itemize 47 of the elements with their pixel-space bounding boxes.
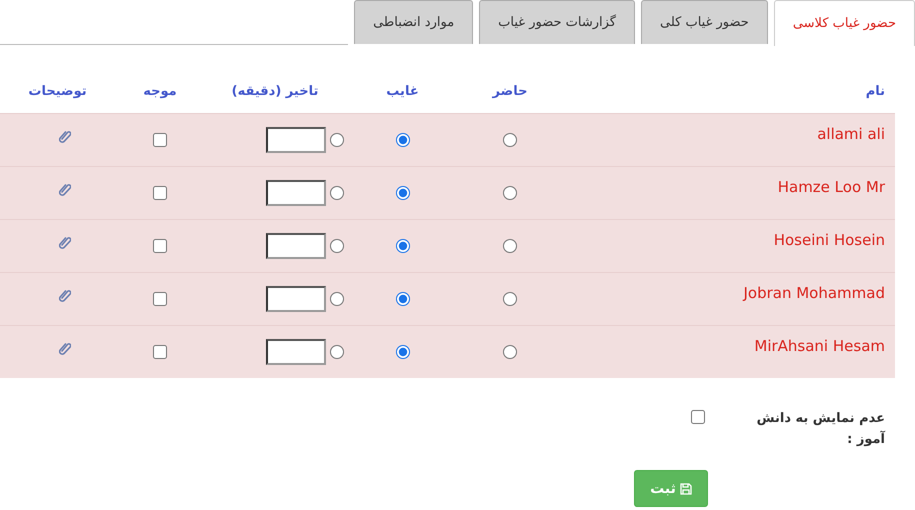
paperclip-icon[interactable]	[59, 288, 71, 302]
absent-radio[interactable]	[396, 345, 410, 359]
late-radio[interactable]	[330, 186, 344, 200]
paperclip-icon[interactable]	[59, 129, 71, 143]
paperclip-icon[interactable]	[59, 182, 71, 196]
late-radio[interactable]	[330, 239, 344, 253]
excused-checkbox[interactable]	[153, 292, 167, 306]
minutes-field[interactable]	[266, 127, 326, 153]
column-header: حاضر	[492, 84, 528, 99]
excused-checkbox[interactable]	[153, 186, 167, 200]
late-radio[interactable]	[330, 292, 344, 306]
paperclip-icon[interactable]	[59, 235, 71, 249]
minutes-field[interactable]	[266, 339, 326, 365]
minutes-field[interactable]	[266, 233, 326, 259]
absent-radio[interactable]	[396, 239, 410, 253]
student-name: Hoseini Hosein	[774, 231, 886, 249]
column-header: تاخیر (دقیقه)	[232, 84, 318, 99]
tab[interactable]: موارد انضباطی	[354, 0, 474, 44]
column-header: نام	[866, 84, 886, 99]
present-radio[interactable]	[503, 345, 517, 359]
minutes-field[interactable]	[266, 286, 326, 312]
excused-checkbox[interactable]	[153, 239, 167, 253]
tab[interactable]: حضور غیاب کلاسی	[774, 0, 915, 46]
excused-checkbox[interactable]	[153, 345, 167, 359]
column-header: موجه	[143, 84, 177, 99]
paperclip-icon[interactable]	[59, 341, 71, 355]
column-header: غایب	[386, 84, 419, 99]
present-radio[interactable]	[503, 133, 517, 147]
student-name: Jobran Mohammad	[743, 284, 886, 302]
absent-radio[interactable]	[396, 292, 410, 306]
absent-radio[interactable]	[396, 133, 410, 147]
present-radio[interactable]	[503, 292, 517, 306]
hide-checkbox[interactable]	[691, 410, 705, 424]
present-radio[interactable]	[503, 239, 517, 253]
minutes-field[interactable]	[266, 180, 326, 206]
absent-radio[interactable]	[396, 186, 410, 200]
excused-checkbox[interactable]	[153, 133, 167, 147]
present-radio[interactable]	[503, 186, 517, 200]
hide-from-student-label: عدم نمایش به دانش آموز :	[756, 410, 885, 449]
student-name: Hamze Loo Mr	[778, 178, 886, 196]
tab[interactable]: حضور غیاب کلی	[641, 0, 768, 44]
column-header: توضیحات	[28, 84, 87, 99]
student-name: allami ali	[817, 125, 886, 143]
tab[interactable]: گزارشات حضور غیاب	[479, 0, 635, 44]
student-name: MirAhsani Hesam	[754, 337, 886, 355]
late-radio[interactable]	[330, 345, 344, 359]
late-radio[interactable]	[330, 133, 344, 147]
